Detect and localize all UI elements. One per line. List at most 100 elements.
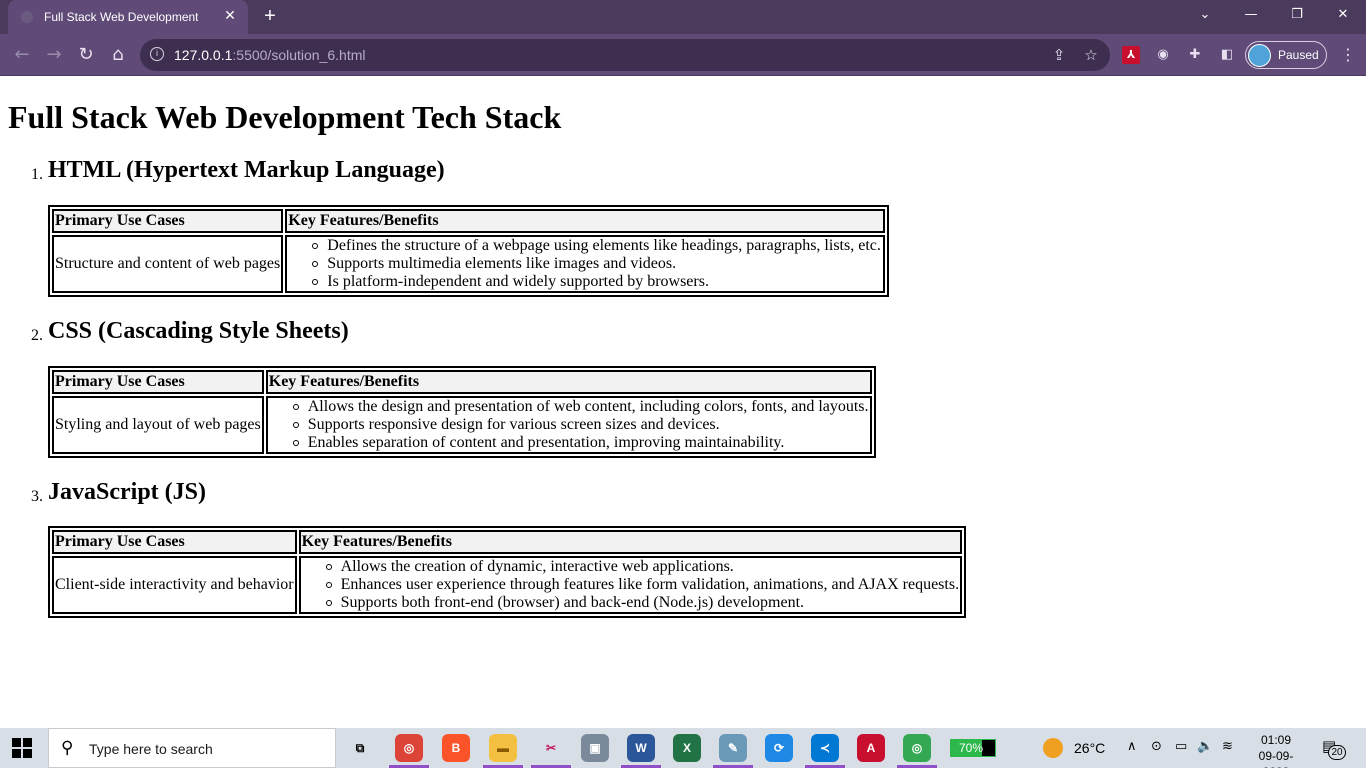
use-case-cell: Structure and content of web pages bbox=[52, 235, 284, 293]
clock-time: 01:09 bbox=[1260, 733, 1292, 747]
search-icon: ⚲ bbox=[61, 738, 74, 758]
profile-avatar bbox=[1248, 44, 1271, 67]
column-header-use-cases: Primary Use Cases bbox=[52, 370, 264, 394]
list-item: Enables separation of content and presen… bbox=[291, 434, 869, 452]
section-number: 1. bbox=[31, 166, 43, 183]
vscode-icon[interactable]: ≺ bbox=[811, 734, 839, 762]
table-header-row: Primary Use Cases Key Features/Benefits bbox=[52, 370, 872, 394]
tab-title: Full Stack Web Development Tech Stack bbox=[44, 10, 198, 24]
file-explorer-icon[interactable]: ▬ bbox=[489, 734, 517, 762]
section-title: CSS (Cascading Style Sheets) bbox=[48, 318, 349, 344]
battery-icon[interactable]: ▭ bbox=[1175, 739, 1187, 754]
features-list: Defines the structure of a webpage using… bbox=[288, 237, 882, 291]
table-header-row: Primary Use Cases Key Features/Benefits bbox=[52, 209, 886, 233]
tray-chevron-icon[interactable]: ∧ bbox=[1127, 739, 1137, 754]
battery-percent-label: 70% bbox=[958, 741, 984, 755]
tab-active[interactable]: Full Stack Web Development Tech Stack ✕ bbox=[8, 0, 248, 34]
clock-date: 09-09-2023 bbox=[1258, 749, 1294, 768]
weather-temperature[interactable]: 26°C bbox=[1074, 740, 1105, 756]
features-list: Allows the creation of dynamic, interact… bbox=[302, 558, 959, 612]
table-row: Structure and content of web pages Defin… bbox=[52, 235, 886, 293]
column-header-use-cases: Primary Use Cases bbox=[52, 209, 284, 233]
close-window-button[interactable]: ✕ bbox=[1320, 0, 1366, 30]
page-title: Full Stack Web Development Tech Stack bbox=[8, 99, 562, 135]
notepad-icon[interactable]: ✎ bbox=[719, 734, 747, 762]
url-text[interactable]: 127.0.0.1:5500/solution_6.html bbox=[174, 47, 365, 63]
side-panel-icon[interactable]: ◧ bbox=[1218, 46, 1236, 64]
tab-search-dropdown-icon[interactable]: ⌄ bbox=[1182, 0, 1228, 30]
volume-icon[interactable]: 🔈 bbox=[1197, 739, 1213, 754]
profile-button[interactable]: Paused bbox=[1245, 41, 1327, 69]
back-arrow-icon[interactable]: ← bbox=[9, 42, 35, 68]
profile-status-label: Paused bbox=[1278, 48, 1319, 62]
section-number: 2. bbox=[31, 327, 43, 344]
new-tab-button[interactable]: + bbox=[258, 4, 282, 28]
share-icon[interactable]: ⇪ bbox=[1050, 46, 1068, 64]
acrobat-icon[interactable]: A bbox=[857, 734, 885, 762]
table-row: Client-side interactivity and behavior A… bbox=[52, 556, 963, 614]
list-item: Allows the creation of dynamic, interact… bbox=[324, 558, 959, 576]
browser-titlebar: Full Stack Web Development Tech Stack ✕ … bbox=[0, 0, 1366, 34]
bookmark-star-icon[interactable]: ☆ bbox=[1082, 46, 1100, 64]
weather-sun-icon[interactable] bbox=[1043, 738, 1063, 758]
use-case-cell: Client-side interactivity and behavior bbox=[52, 556, 297, 614]
excel-icon[interactable]: X bbox=[673, 734, 701, 762]
features-cell: Allows the design and presentation of we… bbox=[265, 396, 872, 454]
list-item: Supports both front-end (browser) and ba… bbox=[324, 594, 959, 612]
word-icon[interactable]: W bbox=[627, 734, 655, 762]
tab-close-icon[interactable]: ✕ bbox=[222, 7, 238, 23]
home-icon[interactable]: ⌂ bbox=[105, 42, 131, 68]
brave-icon[interactable]: B bbox=[442, 734, 470, 762]
task-view-icon[interactable]: ⧉ bbox=[346, 734, 374, 762]
photos-icon[interactable]: ▣ bbox=[581, 734, 609, 762]
column-header-features: Key Features/Benefits bbox=[298, 530, 963, 554]
browser-toolbar: ← → ↻ ⌂ i 127.0.0.1:5500/solution_6.html… bbox=[0, 34, 1366, 76]
list-item: Supports responsive design for various s… bbox=[291, 416, 869, 434]
taskbar-search-box[interactable]: ⚲ Type here to search bbox=[48, 728, 336, 768]
site-info-icon[interactable]: i bbox=[150, 47, 164, 61]
chrome-icon[interactable]: ◎ bbox=[395, 734, 423, 762]
forward-arrow-icon[interactable]: → bbox=[41, 42, 67, 68]
chrome-profile-icon[interactable]: ◎ bbox=[903, 734, 931, 762]
address-bar[interactable]: i 127.0.0.1:5500/solution_6.html ⇪ ☆ bbox=[140, 39, 1110, 71]
windows-start-icon[interactable] bbox=[12, 738, 32, 758]
table-row: Styling and layout of web pages Allows t… bbox=[52, 396, 872, 454]
minimize-button[interactable]: — bbox=[1228, 0, 1274, 30]
section-number: 3. bbox=[31, 488, 43, 505]
tech-table-css: Primary Use Cases Key Features/Benefits … bbox=[48, 366, 876, 458]
pdf-extension-icon[interactable]: ⅄ bbox=[1122, 46, 1140, 64]
share-app-icon[interactable]: ⟳ bbox=[765, 734, 793, 762]
meet-now-icon[interactable]: ⊙ bbox=[1151, 739, 1162, 754]
list-item: Supports multimedia elements like images… bbox=[310, 255, 882, 273]
reload-icon[interactable]: ↻ bbox=[73, 42, 99, 68]
section-title: HTML (Hypertext Markup Language) bbox=[48, 157, 445, 183]
list-item: Defines the structure of a webpage using… bbox=[310, 237, 882, 255]
column-header-features: Key Features/Benefits bbox=[285, 209, 886, 233]
battery-meter[interactable]: 70% bbox=[950, 739, 996, 757]
extensions-puzzle-icon[interactable]: ✚ bbox=[1186, 46, 1204, 64]
notification-center-button[interactable]: ▤ 20 bbox=[1322, 737, 1346, 760]
wifi-icon[interactable]: ≋ bbox=[1222, 739, 1233, 754]
list-item: Allows the design and presentation of we… bbox=[291, 398, 869, 416]
list-item: Enhances user experience through feature… bbox=[324, 576, 959, 594]
list-item: Is platform-independent and widely suppo… bbox=[310, 273, 882, 291]
notification-count-badge: 20 bbox=[1328, 745, 1346, 760]
restore-button[interactable]: ❐ bbox=[1274, 0, 1320, 30]
windows-taskbar: ⚲ Type here to search ⧉ ◎ B ▬ ✂ ▣ W X ✎ ⟳ ≺ A ◎ 70% … bbox=[0, 728, 1366, 768]
snipping-tool-icon[interactable]: ✂ bbox=[537, 734, 565, 762]
url-path: :5500/solution_6.html bbox=[232, 47, 366, 63]
features-cell: Allows the creation of dynamic, interact… bbox=[298, 556, 963, 614]
features-list: Allows the design and presentation of we… bbox=[269, 398, 869, 452]
column-header-use-cases: Primary Use Cases bbox=[52, 530, 297, 554]
page-favicon-icon bbox=[21, 11, 33, 23]
camera-extension-icon[interactable]: ◉ bbox=[1154, 46, 1172, 64]
tech-table-javascript: Primary Use Cases Key Features/Benefits … bbox=[48, 526, 967, 618]
browser-menu-icon[interactable]: ⋮ bbox=[1340, 46, 1356, 64]
features-cell: Defines the structure of a webpage using… bbox=[285, 235, 886, 293]
search-placeholder: Type here to search bbox=[89, 741, 213, 757]
taskbar-clock[interactable]: 01:09 09-09-2023 bbox=[1246, 732, 1306, 768]
section-title: JavaScript (JS) bbox=[48, 479, 206, 505]
url-host: 127.0.0.1 bbox=[174, 47, 233, 63]
page-viewport: Full Stack Web Development Tech Stack 1.… bbox=[0, 77, 1366, 728]
tech-table-html: Primary Use Cases Key Features/Benefits … bbox=[48, 205, 890, 297]
